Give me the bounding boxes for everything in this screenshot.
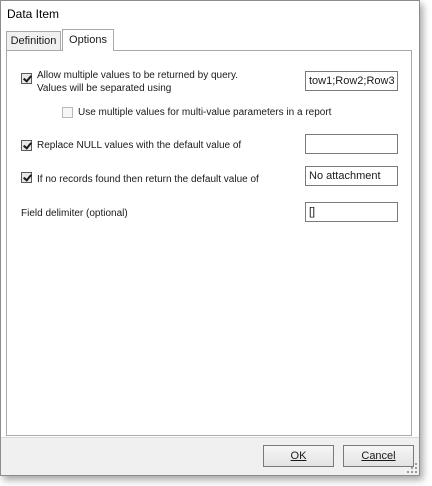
ok-button[interactable]: OK [263,445,334,467]
field-delimiter-label: Field delimiter (optional) [21,208,128,219]
button-bar: OK Cancel [1,437,419,475]
use-multi-value-checkbox[interactable] [62,107,73,118]
window-title: Data Item [7,7,60,21]
resize-grip-icon[interactable] [407,463,417,473]
tab-definition[interactable]: Definition [6,31,61,50]
null-default-input[interactable] [305,134,398,154]
field-delimiter-input[interactable]: [] [305,202,398,222]
options-panel: Allow multiple values to be returned by … [6,50,412,436]
no-records-default-input[interactable]: No attachment [305,166,398,186]
data-item-dialog: Data Item Definition Options Allow multi… [0,0,420,476]
no-records-label: If no records found then return the defa… [37,174,259,185]
use-multi-value-label: Use multiple values for multi-value para… [78,107,332,118]
title-bar: Data Item [1,1,419,27]
replace-null-label: Replace NULL values with the default val… [37,140,242,151]
allow-multiple-label-line2: Values will be separated using [37,83,172,94]
replace-null-checkbox[interactable] [21,140,32,151]
cancel-button[interactable]: Cancel [343,445,414,467]
separator-input[interactable]: tow1;Row2;Row3 [305,71,398,91]
allow-multiple-checkbox[interactable] [21,73,32,84]
tab-options[interactable]: Options [62,29,114,51]
allow-multiple-label-line1: Allow multiple values to be returned by … [37,70,239,81]
no-records-checkbox[interactable] [21,172,32,183]
